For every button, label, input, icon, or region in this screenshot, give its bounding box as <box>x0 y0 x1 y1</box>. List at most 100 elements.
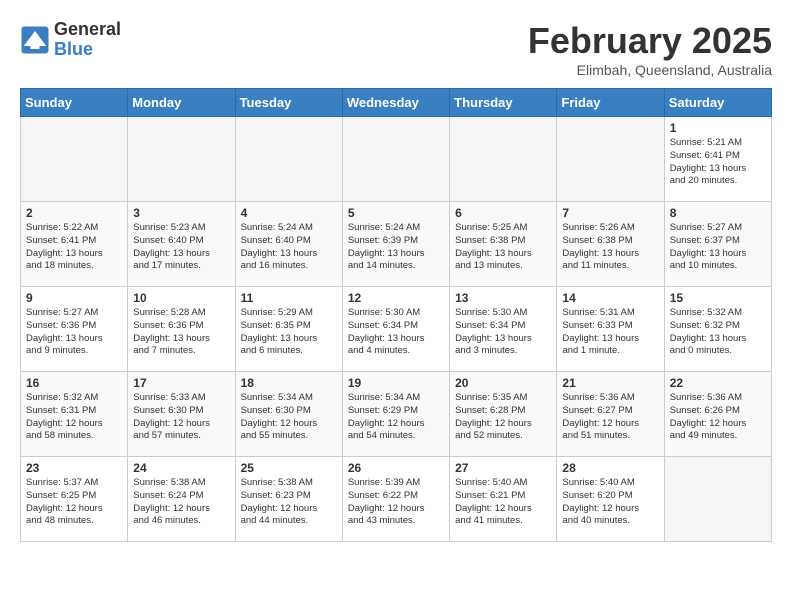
day-info: Sunrise: 5:27 AMSunset: 6:37 PMDaylight:… <box>670 222 766 273</box>
calendar-cell: 15 Sunrise: 5:32 AMSunset: 6:32 PMDayligh… <box>664 287 771 372</box>
day-number: 2 <box>26 206 122 220</box>
calendar-cell: 17 Sunrise: 5:33 AMSunset: 6:30 PMDayligh… <box>128 372 235 457</box>
day-number: 15 <box>670 291 766 305</box>
calendar-week-row: 23Sunrise: 5:37 AMSunset: 6:25 PMDayligh… <box>21 457 772 542</box>
calendar-cell: 8 Sunrise: 5:27 AMSunset: 6:37 PMDaylight… <box>664 202 771 287</box>
calendar-cell: 23Sunrise: 5:37 AMSunset: 6:25 PMDayligh… <box>21 457 128 542</box>
day-info: Sunrise: 5:36 AMSunset: 6:27 PMDaylight:… <box>562 392 658 443</box>
day-info: Sunrise: 5:30 AMSunset: 6:34 PMDaylight:… <box>455 307 551 358</box>
day-number: 16 <box>26 376 122 390</box>
calendar-cell: 11 Sunrise: 5:29 AMSunset: 6:35 PMDayligh… <box>235 287 342 372</box>
day-info: Sunrise: 5:36 AMSunset: 6:26 PMDaylight:… <box>670 392 766 443</box>
calendar-cell: 28 Sunrise: 5:40 AMSunset: 6:20 PMDayligh… <box>557 457 664 542</box>
day-info: Sunrise: 5:27 AMSunset: 6:36 PMDaylight:… <box>26 307 122 358</box>
calendar-cell: 5Sunrise: 5:24 AMSunset: 6:39 PMDaylight… <box>342 202 449 287</box>
day-number: 27 <box>455 461 551 475</box>
calendar-cell: 10Sunrise: 5:28 AMSunset: 6:36 PMDayligh… <box>128 287 235 372</box>
day-of-week-header: Sunday <box>21 89 128 117</box>
calendar-cell: 19Sunrise: 5:34 AMSunset: 6:29 PMDayligh… <box>342 372 449 457</box>
calendar-cell <box>557 117 664 202</box>
day-of-week-header: Wednesday <box>342 89 449 117</box>
day-number: 18 <box>241 376 337 390</box>
day-number: 3 <box>133 206 229 220</box>
logo-icon <box>20 25 50 55</box>
calendar-cell: 9 Sunrise: 5:27 AMSunset: 6:36 PMDaylight… <box>21 287 128 372</box>
calendar-week-row: 9 Sunrise: 5:27 AMSunset: 6:36 PMDaylight… <box>21 287 772 372</box>
calendar-cell <box>342 117 449 202</box>
day-info: Sunrise: 5:32 AMSunset: 6:32 PMDaylight:… <box>670 307 766 358</box>
calendar-cell: 7 Sunrise: 5:26 AMSunset: 6:38 PMDaylight… <box>557 202 664 287</box>
calendar-cell: 12Sunrise: 5:30 AMSunset: 6:34 PMDayligh… <box>342 287 449 372</box>
day-number: 25 <box>241 461 337 475</box>
calendar-cell: 25 Sunrise: 5:38 AMSunset: 6:23 PMDayligh… <box>235 457 342 542</box>
day-info: Sunrise: 5:40 AMSunset: 6:21 PMDaylight:… <box>455 477 551 528</box>
day-number: 8 <box>670 206 766 220</box>
calendar-cell: 6Sunrise: 5:25 AMSunset: 6:38 PMDaylight… <box>450 202 557 287</box>
calendar-week-row: 2 Sunrise: 5:22 AMSunset: 6:41 PMDaylight… <box>21 202 772 287</box>
page-header: GeneralBlue February 2025 Elimbah, Queen… <box>20 20 772 78</box>
day-info: Sunrise: 5:29 AMSunset: 6:35 PMDaylight:… <box>241 307 337 358</box>
calendar-cell: 16 Sunrise: 5:32 AMSunset: 6:31 PMDayligh… <box>21 372 128 457</box>
calendar-cell: 3 Sunrise: 5:23 AMSunset: 6:40 PMDaylight… <box>128 202 235 287</box>
calendar-cell: 18 Sunrise: 5:34 AMSunset: 6:30 PMDayligh… <box>235 372 342 457</box>
day-info: Sunrise: 5:32 AMSunset: 6:31 PMDaylight:… <box>26 392 122 443</box>
day-info: Sunrise: 5:28 AMSunset: 6:36 PMDaylight:… <box>133 307 229 358</box>
calendar-cell: 26 Sunrise: 5:39 AMSunset: 6:22 PMDayligh… <box>342 457 449 542</box>
day-number: 22 <box>670 376 766 390</box>
day-info: Sunrise: 5:21 AMSunset: 6:41 PMDaylight:… <box>670 137 766 188</box>
calendar-table: SundayMondayTuesdayWednesdayThursdayFrid… <box>20 88 772 542</box>
calendar-week-row: 1 Sunrise: 5:21 AMSunset: 6:41 PMDaylight… <box>21 117 772 202</box>
day-info: Sunrise: 5:39 AMSunset: 6:22 PMDaylight:… <box>348 477 444 528</box>
month-title: February 2025 <box>528 20 772 62</box>
day-number: 17 <box>133 376 229 390</box>
title-block: February 2025 Elimbah, Queensland, Austr… <box>528 20 772 78</box>
day-info: Sunrise: 5:25 AMSunset: 6:38 PMDaylight:… <box>455 222 551 273</box>
calendar-header-row: SundayMondayTuesdayWednesdayThursdayFrid… <box>21 89 772 117</box>
day-info: Sunrise: 5:31 AMSunset: 6:33 PMDaylight:… <box>562 307 658 358</box>
day-of-week-header: Saturday <box>664 89 771 117</box>
calendar-cell <box>21 117 128 202</box>
calendar-cell: 20Sunrise: 5:35 AMSunset: 6:28 PMDayligh… <box>450 372 557 457</box>
calendar-cell: 2 Sunrise: 5:22 AMSunset: 6:41 PMDaylight… <box>21 202 128 287</box>
logo: GeneralBlue <box>20 20 121 60</box>
day-info: Sunrise: 5:26 AMSunset: 6:38 PMDaylight:… <box>562 222 658 273</box>
calendar-cell <box>450 117 557 202</box>
calendar-cell <box>664 457 771 542</box>
day-info: Sunrise: 5:38 AMSunset: 6:24 PMDaylight:… <box>133 477 229 528</box>
day-info: Sunrise: 5:33 AMSunset: 6:30 PMDaylight:… <box>133 392 229 443</box>
calendar-cell: 1 Sunrise: 5:21 AMSunset: 6:41 PMDaylight… <box>664 117 771 202</box>
day-number: 7 <box>562 206 658 220</box>
day-info: Sunrise: 5:40 AMSunset: 6:20 PMDaylight:… <box>562 477 658 528</box>
day-info: Sunrise: 5:34 AMSunset: 6:30 PMDaylight:… <box>241 392 337 443</box>
day-of-week-header: Friday <box>557 89 664 117</box>
day-number: 1 <box>670 121 766 135</box>
day-number: 21 <box>562 376 658 390</box>
calendar-cell: 27 Sunrise: 5:40 AMSunset: 6:21 PMDayligh… <box>450 457 557 542</box>
logo-text: GeneralBlue <box>54 20 121 60</box>
day-number: 5 <box>348 206 444 220</box>
day-number: 9 <box>26 291 122 305</box>
day-number: 26 <box>348 461 444 475</box>
calendar-cell: 24Sunrise: 5:38 AMSunset: 6:24 PMDayligh… <box>128 457 235 542</box>
day-number: 20 <box>455 376 551 390</box>
day-info: Sunrise: 5:37 AMSunset: 6:25 PMDaylight:… <box>26 477 122 528</box>
calendar-cell: 21 Sunrise: 5:36 AMSunset: 6:27 PMDayligh… <box>557 372 664 457</box>
day-number: 4 <box>241 206 337 220</box>
day-of-week-header: Tuesday <box>235 89 342 117</box>
calendar-cell: 4Sunrise: 5:24 AMSunset: 6:40 PMDaylight… <box>235 202 342 287</box>
day-info: Sunrise: 5:34 AMSunset: 6:29 PMDaylight:… <box>348 392 444 443</box>
calendar-cell: 22 Sunrise: 5:36 AMSunset: 6:26 PMDayligh… <box>664 372 771 457</box>
calendar-cell: 14 Sunrise: 5:31 AMSunset: 6:33 PMDayligh… <box>557 287 664 372</box>
calendar-cell <box>235 117 342 202</box>
location-subtitle: Elimbah, Queensland, Australia <box>528 62 772 78</box>
day-number: 11 <box>241 291 337 305</box>
calendar-cell <box>128 117 235 202</box>
day-info: Sunrise: 5:22 AMSunset: 6:41 PMDaylight:… <box>26 222 122 273</box>
day-number: 12 <box>348 291 444 305</box>
day-info: Sunrise: 5:38 AMSunset: 6:23 PMDaylight:… <box>241 477 337 528</box>
day-of-week-header: Monday <box>128 89 235 117</box>
calendar-cell: 13Sunrise: 5:30 AMSunset: 6:34 PMDayligh… <box>450 287 557 372</box>
day-info: Sunrise: 5:23 AMSunset: 6:40 PMDaylight:… <box>133 222 229 273</box>
day-number: 14 <box>562 291 658 305</box>
day-number: 28 <box>562 461 658 475</box>
